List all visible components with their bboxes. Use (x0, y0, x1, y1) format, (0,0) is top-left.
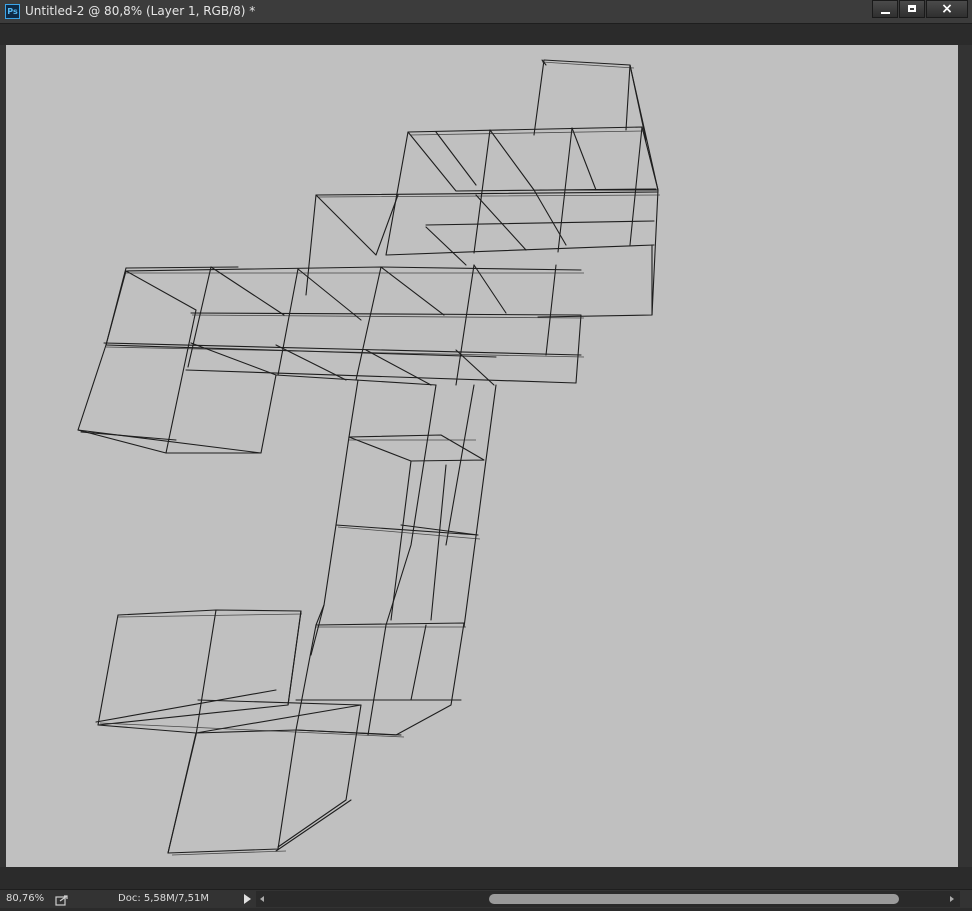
pasteboard-right (958, 45, 972, 867)
sketch-drawing (77, 59, 661, 856)
window-title: Untitled-2 @ 80,8% (Layer 1, RGB/8) * (25, 4, 256, 18)
photoshop-document-window: Ps Untitled-2 @ 80,8% (Layer 1, RGB/8) *… (0, 0, 972, 908)
title-bar[interactable]: Ps Untitled-2 @ 80,8% (Layer 1, RGB/8) *… (0, 0, 972, 24)
close-button[interactable]: × (926, 0, 968, 18)
export-icon[interactable] (55, 892, 69, 906)
pasteboard-top (0, 24, 972, 45)
status-bar: 80,76% Doc: 5,58M/7,51M (0, 889, 972, 908)
minimize-icon (881, 12, 890, 14)
status-menu-arrow-icon[interactable] (244, 894, 251, 904)
document-canvas[interactable] (6, 45, 958, 867)
document-size-info: Doc: 5,58M/7,51M (118, 893, 210, 904)
maximize-button[interactable] (899, 0, 925, 18)
maximize-icon (908, 5, 916, 12)
scroll-right-arrow-icon[interactable] (950, 896, 954, 902)
minimize-button[interactable] (872, 0, 898, 18)
scroll-left-arrow-icon[interactable] (260, 896, 264, 902)
photoshop-logo-icon: Ps (5, 4, 20, 19)
scrollbar-thumb[interactable] (489, 894, 899, 904)
horizontal-scrollbar[interactable] (256, 891, 960, 907)
pasteboard-bottom (0, 867, 972, 889)
zoom-level-field[interactable]: 80,76% (6, 891, 50, 907)
close-icon: × (941, 1, 953, 17)
